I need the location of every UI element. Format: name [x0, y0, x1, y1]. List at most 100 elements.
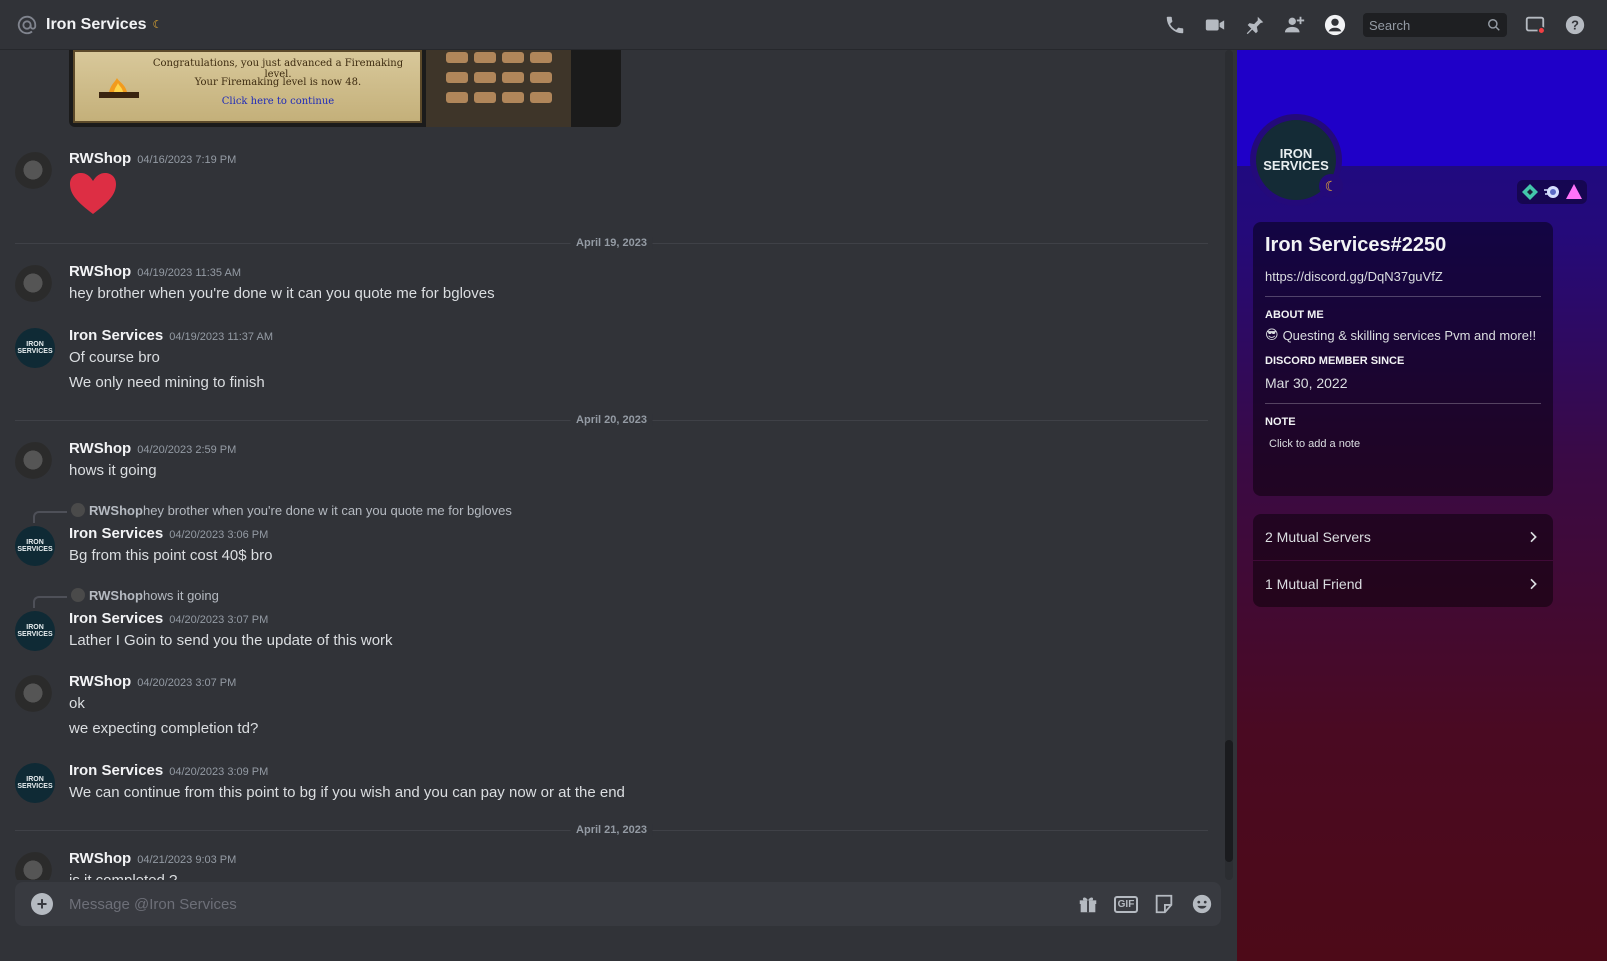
reply-author: RWShop	[89, 588, 143, 603]
reply-avatar	[71, 503, 85, 517]
message-composer: + GIF	[15, 882, 1221, 926]
hypesquad-badge-icon[interactable]	[1521, 183, 1539, 201]
divider	[1265, 296, 1541, 297]
search-input[interactable]: Search	[1363, 13, 1507, 37]
discord-dm-window: Iron Services ☾ Search ? Congratulations…	[0, 0, 1607, 961]
message-timestamp: 04/20/2023 3:07 PM	[137, 677, 237, 689]
message-timestamp: 04/19/2023 11:37 AM	[169, 331, 273, 343]
add-friends-to-dm-icon[interactable]	[1275, 0, 1315, 50]
nitro-badge-icon[interactable]	[1543, 183, 1561, 201]
mutual-servers-label: 2 Mutual Servers	[1265, 529, 1371, 545]
profile-username: Iron Services#2250	[1265, 234, 1447, 256]
dm-title[interactable]: Iron Services	[46, 16, 147, 34]
sticker-icon[interactable]	[1145, 882, 1183, 926]
author-name[interactable]: RWShop	[69, 263, 131, 280]
avatar[interactable]	[15, 852, 55, 880]
message-author[interactable]: RWShop 04/19/2023 11:35 AM	[69, 263, 241, 280]
toolbar: Search ?	[1155, 0, 1595, 50]
message-timestamp: 04/19/2023 11:35 AM	[137, 267, 241, 279]
embed-continue-link: Click here to continue	[221, 96, 335, 107]
author-name[interactable]: RWShop	[69, 673, 131, 690]
message-timestamp: 04/20/2023 3:06 PM	[169, 529, 269, 541]
message-content: Bg from this point cost 40$ bro	[69, 547, 273, 564]
gif-button[interactable]: GIF	[1107, 882, 1145, 926]
message-timestamp: 04/20/2023 2:59 PM	[137, 444, 237, 456]
image-attachment[interactable]: Congratulations, you just advanced a Fir…	[69, 50, 621, 127]
reply-avatar	[71, 588, 85, 602]
gift-icon[interactable]	[1069, 882, 1107, 926]
message-timestamp: 04/16/2023 7:19 PM	[137, 154, 237, 166]
reply-text: hey brother when you're done w it can yo…	[143, 503, 512, 518]
avatar[interactable]	[15, 265, 55, 305]
message-author[interactable]: RWShop 04/21/2023 9:03 PM	[69, 850, 236, 867]
author-name[interactable]: RWShop	[69, 150, 131, 167]
message-scrollbar[interactable]	[1225, 50, 1233, 880]
message-content: we expecting completion td?	[69, 720, 259, 737]
mutual-servers-button[interactable]: 2 Mutual Servers	[1253, 514, 1553, 560]
reply-spine	[33, 596, 67, 608]
user-profile-icon[interactable]	[1315, 0, 1355, 50]
reply-spine	[33, 511, 67, 523]
date-divider: April 19, 2023	[15, 237, 1208, 249]
author-name[interactable]: Iron Services	[69, 762, 163, 779]
reply-preview[interactable]: RWShop hey brother when you're done w it…	[33, 503, 633, 523]
inventory-panel	[426, 50, 571, 127]
gif-icon: GIF	[1113, 895, 1139, 913]
date-divider: April 20, 2023	[15, 414, 1208, 426]
message-author[interactable]: Iron Services 04/20/2023 3:09 PM	[69, 762, 268, 779]
top-bar: Iron Services ☾ Search ?	[0, 0, 1607, 50]
message-content: hey brother when you're done w it can yo…	[69, 285, 495, 302]
message-input[interactable]	[69, 895, 1069, 913]
sunglasses-emoji-icon: 😎	[1265, 327, 1279, 342]
divider	[1265, 403, 1541, 404]
avatar[interactable]: IRON SERVICES	[15, 328, 55, 368]
message-group: RWShop 04/21/2023 9:03 PM is it completed…	[0, 850, 1220, 880]
message-content: is it completed ?	[69, 872, 177, 880]
message-content: Of course bro	[69, 349, 160, 366]
reply-preview[interactable]: RWShop hows it going	[33, 588, 433, 608]
emoji-picker-icon[interactable]	[1183, 882, 1221, 926]
profile-badges	[1517, 180, 1587, 204]
author-name[interactable]: Iron Services	[69, 610, 163, 627]
voice-call-icon[interactable]	[1155, 0, 1195, 50]
search-icon	[1488, 19, 1500, 31]
author-name[interactable]: Iron Services	[69, 525, 163, 542]
author-name[interactable]: Iron Services	[69, 327, 163, 344]
fire-icon	[99, 78, 139, 98]
author-name[interactable]: RWShop	[69, 440, 131, 457]
message-content: We can continue from this point to bg if…	[69, 784, 625, 801]
message-author[interactable]: RWShop 04/20/2023 3:07 PM	[69, 673, 236, 690]
avatar[interactable]	[15, 442, 55, 482]
avatar[interactable]: IRON SERVICES	[15, 611, 55, 651]
help-icon[interactable]: ?	[1555, 0, 1595, 50]
date-divider-label: April 19, 2023	[570, 237, 653, 249]
message-author[interactable]: RWShop 04/20/2023 2:59 PM	[69, 440, 236, 457]
date-divider: April 21, 2023	[15, 824, 1208, 836]
author-name[interactable]: RWShop	[69, 850, 131, 867]
message-author[interactable]: Iron Services 04/19/2023 11:37 AM	[69, 327, 273, 344]
about-me-heading: ABOUT ME	[1265, 309, 1324, 321]
message-author[interactable]: Iron Services 04/20/2023 3:06 PM	[69, 525, 268, 542]
message-content: Lather I Goin to send you the update of …	[69, 632, 393, 649]
avatar-logo-text: IRON SERVICES	[1263, 146, 1329, 173]
message-author[interactable]: Iron Services 04/20/2023 3:07 PM	[69, 610, 268, 627]
video-call-icon[interactable]	[1195, 0, 1235, 50]
message-content: hows it going	[69, 462, 157, 479]
profile-custom-status-link[interactable]: https://discord.gg/DqN37guVfZ	[1265, 269, 1541, 284]
avatar[interactable]: IRON SERVICES	[15, 526, 55, 566]
boost-badge-icon[interactable]	[1565, 183, 1583, 201]
inbox-icon[interactable]	[1515, 0, 1555, 50]
member-since-heading: DISCORD MEMBER SINCE	[1265, 355, 1405, 367]
avatar[interactable]: IRON SERVICES	[15, 763, 55, 803]
add-attachment-button[interactable]: +	[31, 893, 53, 915]
avatar[interactable]	[15, 675, 55, 715]
scrollbar-thumb[interactable]	[1225, 740, 1233, 862]
pinned-messages-icon[interactable]	[1235, 0, 1275, 50]
message-timestamp: 04/20/2023 3:09 PM	[169, 766, 269, 778]
message-author[interactable]: RWShop 04/16/2023 7:19 PM	[69, 150, 236, 167]
note-input[interactable]: Click to add a note	[1265, 438, 1541, 450]
avatar[interactable]	[15, 152, 55, 192]
at-sign-icon	[17, 15, 37, 34]
mutual-friends-button[interactable]: 1 Mutual Friend	[1253, 561, 1553, 607]
about-me-body: Questing & skilling services Pvm and mor…	[1282, 327, 1537, 343]
